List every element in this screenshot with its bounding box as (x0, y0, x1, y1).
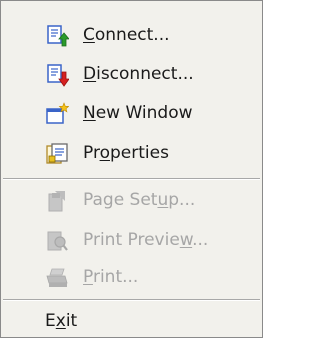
print-icon (45, 266, 69, 290)
menu-item-label: Properties (83, 143, 169, 163)
menu-item-label: Print Preview... (83, 230, 209, 250)
connect-icon (45, 24, 69, 48)
new-window-icon (45, 102, 69, 126)
menu-item-print-preview: Print Preview... (1, 222, 262, 258)
menu-separator (3, 299, 260, 301)
menu-item-print: Print... (1, 259, 262, 295)
disconnect-icon (45, 63, 69, 87)
menu-item-label: Page Setup... (83, 190, 196, 210)
properties-icon (45, 142, 69, 166)
menu-item-exit[interactable]: Exit (1, 303, 262, 339)
menu-item-label: Disconnect... (83, 64, 194, 84)
print-preview-icon (45, 229, 69, 253)
menu-item-label: Connect... (83, 25, 170, 45)
menu-item-page-setup: Page Setup... (1, 182, 262, 218)
page-setup-icon (45, 189, 69, 213)
file-menu: Connect... Disconnect... New Window Prop… (0, 0, 263, 338)
menu-item-disconnect[interactable]: Disconnect... (1, 56, 262, 92)
menu-separator (3, 178, 260, 180)
menu-item-label: Print... (83, 267, 139, 287)
menu-item-new-window[interactable]: New Window (1, 95, 262, 131)
menu-item-connect[interactable]: Connect... (1, 17, 262, 53)
menu-item-label: Exit (45, 311, 78, 331)
menu-item-label: New Window (83, 103, 193, 123)
menu-item-properties[interactable]: Properties (1, 135, 262, 171)
